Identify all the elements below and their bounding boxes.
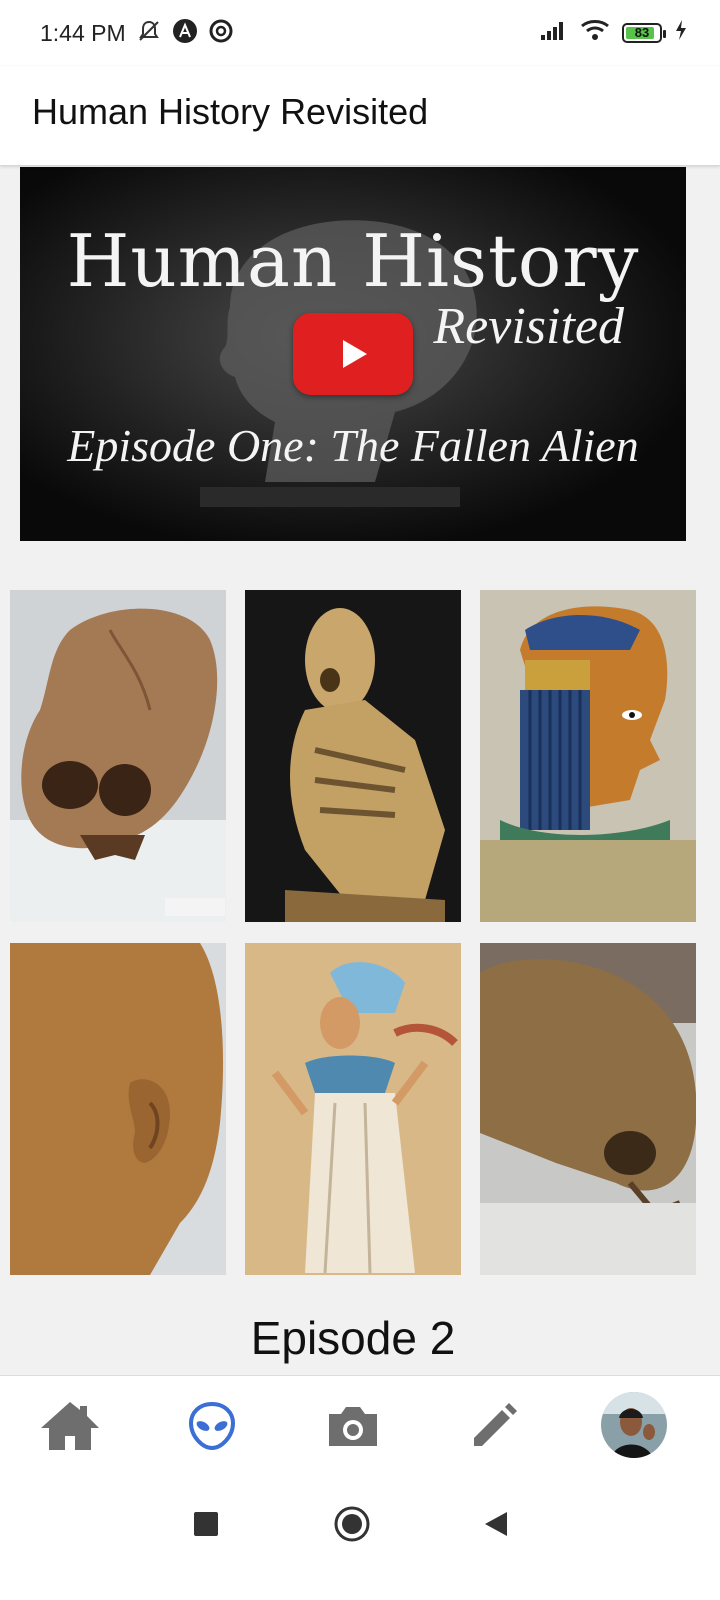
egyptian-princess-relief[interactable] [245, 943, 461, 1275]
app-bar: Human History Revisited [0, 66, 720, 166]
paracas-skull-photo[interactable] [480, 943, 696, 1275]
mummy-photo[interactable] [245, 590, 461, 922]
home-icon[interactable] [38, 1396, 102, 1456]
video-title-line-2: Revisited [433, 298, 624, 355]
status-notification-icons [136, 18, 234, 49]
youtube-play-icon[interactable] [293, 313, 413, 395]
wifi-icon [580, 18, 610, 47]
sculpture-head-closeup[interactable] [10, 943, 226, 1275]
video-title-line-1: Human History [66, 219, 640, 303]
content-area[interactable]: Human History Revisited Episode One: The… [0, 165, 720, 1375]
page-title: Human History Revisited [32, 91, 429, 132]
battery-level: 83 [634, 25, 650, 40]
recents-icon[interactable] [184, 1502, 228, 1546]
avatar[interactable] [601, 1392, 667, 1458]
back-icon[interactable] [474, 1502, 518, 1546]
bottom-navigation [0, 1375, 720, 1475]
mute-icon [136, 18, 162, 49]
status-system-icons: 83 [540, 18, 688, 47]
video-thumbnail[interactable]: Human History Revisited Episode One: The… [20, 167, 686, 541]
pencil-icon[interactable] [462, 1396, 526, 1456]
video-subtitle: Episode One: The Fallen Alien [67, 420, 639, 471]
elongated-skull-photo[interactable] [10, 590, 226, 922]
egyptian-relief-profile[interactable] [480, 590, 696, 922]
status-time: 1:44 PM [40, 20, 126, 46]
charging-icon [674, 19, 688, 46]
status-bar: 1:44 PM 83 [0, 0, 720, 66]
system-navigation-bar [0, 1474, 720, 1600]
signal-icon [540, 19, 568, 46]
battery-icon: 83 [622, 22, 666, 43]
a-badge-icon [172, 18, 198, 49]
episode-heading: Episode 2 [250, 1312, 456, 1364]
alien-icon[interactable] [180, 1396, 244, 1456]
at-sign-icon [208, 18, 234, 49]
camera-icon[interactable] [321, 1396, 385, 1456]
home-circle-icon[interactable] [330, 1502, 374, 1546]
